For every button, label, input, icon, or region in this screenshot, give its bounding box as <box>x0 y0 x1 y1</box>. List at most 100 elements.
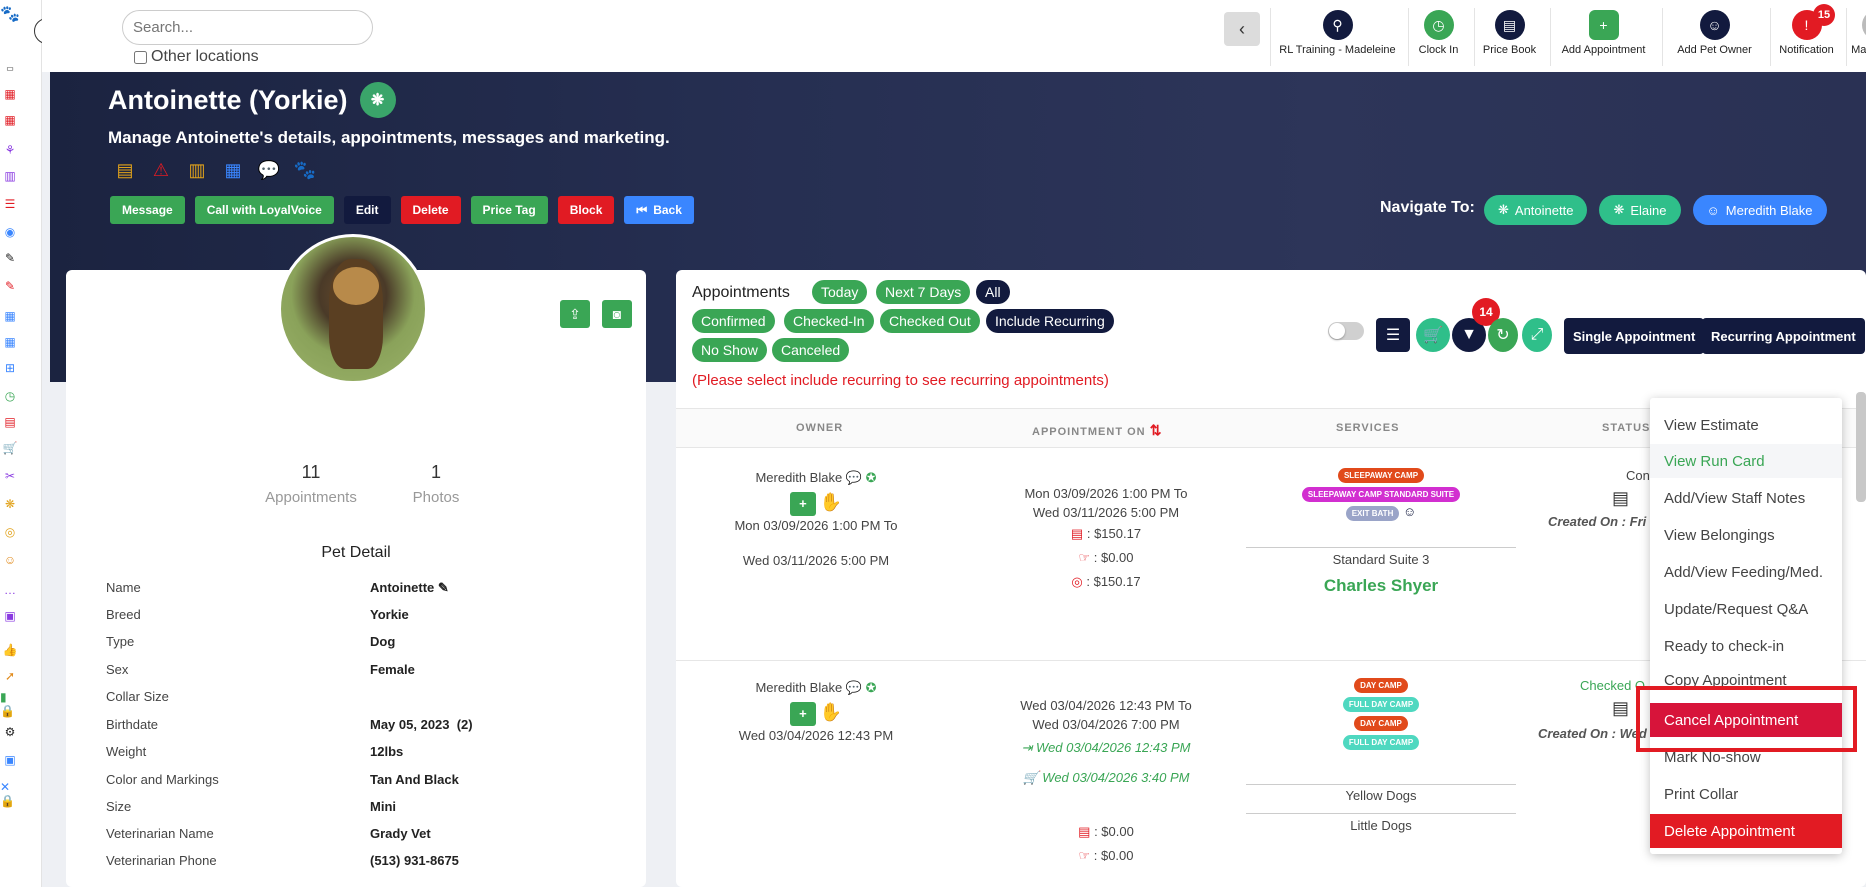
calendar-user-icon[interactable]: ▦ <box>0 334 20 350</box>
back-button[interactable]: ⏮ Back <box>624 196 694 224</box>
menu-item-feeding-med[interactable]: Add/View Feeding/Med. <box>1650 555 1842 589</box>
filter-chip-checked-out[interactable]: Checked Out <box>880 309 980 333</box>
other-locations-toggle[interactable]: Other locations <box>134 48 259 66</box>
menu-item-view-belongings[interactable]: View Belongings <box>1650 518 1842 552</box>
calendar-blue-icon[interactable]: ▦ <box>0 308 20 324</box>
staff-name[interactable]: Charles Shyer <box>1246 576 1516 596</box>
today-icon[interactable]: ▭ <box>0 60 20 76</box>
block-button[interactable]: Block <box>557 196 615 224</box>
other-locations-checkbox[interactable] <box>134 50 147 64</box>
chat-icon[interactable]: … <box>0 582 20 598</box>
paw-print-icon[interactable]: 🐾 <box>292 156 318 184</box>
warning-icon[interactable]: ⚠ <box>148 156 174 184</box>
single-appointment-button[interactable]: Single Appointment <box>1564 318 1705 354</box>
owner-name[interactable]: Meredith Blake 💬 ✪ <box>676 680 956 696</box>
menu-item-view-run-card[interactable]: View Run Card <box>1650 444 1842 478</box>
header-status[interactable]: STATUS <box>1602 422 1650 434</box>
logo-paw-icon[interactable]: 🐾 <box>0 6 20 23</box>
search-input[interactable] <box>122 10 373 45</box>
cart-icon[interactable]: 🛒 <box>0 440 20 456</box>
list-icon[interactable]: ☰ <box>0 196 20 212</box>
location-icon[interactable]: ◉ <box>0 224 20 240</box>
header-owner[interactable]: OWNER <box>796 422 843 434</box>
schedule-icon[interactable]: ◷ <box>0 388 20 404</box>
chat-icon[interactable]: 💬 <box>846 470 862 485</box>
add-appointment-button[interactable]: + Add Appointment <box>1550 8 1656 66</box>
add-icon[interactable]: + <box>789 492 816 516</box>
view-toggle[interactable] <box>1328 322 1364 340</box>
upload-photo-button[interactable]: ⇪ <box>560 300 590 328</box>
staff-assign-icon[interactable]: ☺ <box>1403 504 1416 519</box>
filter-chip-include-recurring[interactable]: Include Recurring <box>986 309 1114 333</box>
building-icon[interactable]: ▥ <box>0 168 20 184</box>
rocket-icon[interactable]: ➚ <box>0 668 20 684</box>
call-loyalvoice-button[interactable]: Call with LoyalVoice <box>194 196 334 224</box>
price-book-button[interactable]: ▤ Price Book <box>1474 8 1544 66</box>
thumbs-up-icon[interactable]: 👍 <box>0 642 20 658</box>
hand-icon[interactable]: ✋ <box>820 492 842 512</box>
qr-code-icon[interactable]: ▦ <box>220 156 246 184</box>
image-icon[interactable]: ▣ <box>0 608 20 624</box>
expand-button[interactable]: ⤢ <box>1522 318 1552 352</box>
chat-icon[interactable]: 💬 <box>846 680 862 695</box>
filter-chip-all[interactable]: All <box>976 280 1010 304</box>
delete-button[interactable]: Delete <box>400 196 461 224</box>
recurring-appointment-button[interactable]: Recurring Appointment <box>1702 318 1865 354</box>
location-selector[interactable]: ⚲ RL Training - Madeleine <box>1270 8 1404 66</box>
filter-chip-canceled[interactable]: Canceled <box>772 338 850 362</box>
target-icon[interactable]: ◎ <box>0 524 20 540</box>
menu-item-copy-appointment[interactable]: Copy Appointment <box>1650 666 1842 686</box>
pet-photo[interactable] <box>278 234 428 384</box>
filter-chip-next-7-days[interactable]: Next 7 Days <box>876 280 971 304</box>
menu-item-staff-notes[interactable]: Add/View Staff Notes <box>1650 481 1842 515</box>
notification-button[interactable]: ! 15 Notification <box>1770 4 1842 66</box>
nav-pill-meredith-blake[interactable]: ☺ Meredith Blake <box>1692 195 1827 225</box>
list-view-button[interactable]: ☰ <box>1376 318 1410 352</box>
chart-lock-icon[interactable]: ▮🔒 <box>0 690 20 718</box>
header-services[interactable]: SERVICES <box>1336 422 1399 434</box>
message-button[interactable]: Message <box>110 196 185 224</box>
menu-item-ready-to-check-in[interactable]: Ready to check-in <box>1650 629 1842 663</box>
hand-icon[interactable]: ✋ <box>820 702 842 722</box>
menu-item-request-qa[interactable]: Update/Request Q&A <box>1650 592 1842 626</box>
menu-item-delete-appointment[interactable]: Delete Appointment <box>1650 814 1842 848</box>
add-icon[interactable]: + <box>789 702 816 726</box>
clipboard-icon[interactable]: ▥ <box>184 156 210 184</box>
note-icon[interactable]: ▤ <box>112 156 138 184</box>
refresh-button[interactable]: ↻ <box>1488 318 1518 352</box>
document-icon[interactable]: ▤ <box>0 414 20 430</box>
add-pet-owner-button[interactable]: ☺ Add Pet Owner <box>1662 8 1766 66</box>
page-scrollbar[interactable] <box>1856 392 1866 502</box>
status-document-icon[interactable]: ▤ <box>1612 698 1629 719</box>
pen-icon[interactable]: ✎ <box>0 250 20 266</box>
grid-icon[interactable]: ⊞ <box>0 360 20 376</box>
team-icon[interactable]: ▣ <box>0 752 20 768</box>
calendar-grid-icon[interactable]: ▦ <box>0 112 20 128</box>
filter-chip-today[interactable]: Today <box>812 280 868 304</box>
price-tag-button[interactable]: Price Tag <box>470 196 548 224</box>
camera-button[interactable]: ◙ <box>602 300 632 328</box>
paw-icon[interactable]: ❋ <box>0 496 20 512</box>
calendar-icon[interactable]: ▦ <box>0 86 20 102</box>
header-appointment-on[interactable]: APPOINTMENT ON ⇅ <box>1032 422 1162 439</box>
tools-lock-icon[interactable]: ✕🔒 <box>0 780 20 808</box>
nav-pill-elaine[interactable]: ❋ Elaine <box>1599 195 1681 225</box>
edit-button[interactable]: Edit <box>343 196 391 224</box>
grooming-icon[interactable]: ✂ <box>0 468 20 484</box>
chat-bubbles-icon[interactable]: 💬 <box>256 156 282 184</box>
menu-item-print-collar[interactable]: Print Collar <box>1650 777 1842 811</box>
cart-button[interactable]: 🛒 <box>1416 318 1450 352</box>
user-icon[interactable]: ☺ <box>0 552 20 568</box>
filter-chip-checked-in[interactable]: Checked-In <box>784 309 874 333</box>
filter-chip-confirmed[interactable]: Confirmed <box>692 309 775 333</box>
owner-name[interactable]: Meredith Blake 💬 ✪ <box>676 470 956 486</box>
bath-icon[interactable]: ⚘ <box>0 142 20 158</box>
menu-item-view-estimate[interactable]: View Estimate <box>1650 408 1842 442</box>
edit-pencil-icon[interactable]: ✎ <box>438 580 449 595</box>
filter-chip-no-show[interactable]: No Show <box>692 338 767 362</box>
nav-pill-antoinette[interactable]: ❋ Antoinette <box>1484 195 1588 225</box>
settings-lock-icon[interactable]: ⚙ <box>0 724 20 740</box>
clock-in-button[interactable]: ◷ Clock In <box>1408 8 1468 66</box>
user-menu-button[interactable]: ☺ Madeleine <box>1846 8 1866 66</box>
status-document-icon[interactable]: ▤ <box>1612 488 1629 509</box>
